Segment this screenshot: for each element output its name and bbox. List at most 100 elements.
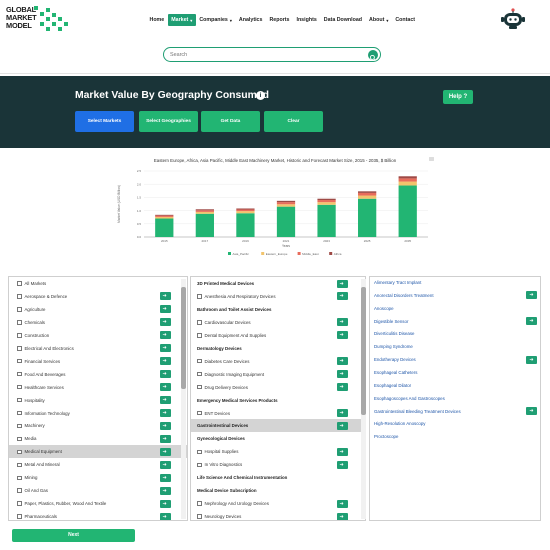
help-button[interactable]: Help ? [443,90,473,104]
search-input[interactable] [170,50,350,59]
checkbox[interactable] [17,488,22,493]
arrow-right-icon[interactable] [337,460,348,469]
checkbox[interactable] [197,358,202,364]
list-item[interactable]: Gastrointestinal Devices [191,419,365,433]
nav-item-analytics[interactable]: Analytics [235,14,266,26]
market-link[interactable]: Esophagoscopes And Gastroscopes [374,393,534,404]
checkbox[interactable] [197,294,202,299]
select-markets-button[interactable]: Select Markets [75,111,134,132]
market-link[interactable]: Gastrointestinal Bleeding Treatment Devi… [374,406,537,417]
market-link[interactable]: High-Resolution Anoscopy [374,418,534,429]
checkbox[interactable] [197,320,202,325]
nav-item-data-download[interactable]: Data Download [320,14,365,26]
list-item[interactable]: Medical Equipment [9,445,187,459]
list-item[interactable]: Emergency Medical Services Products [191,394,365,407]
list-item[interactable]: Hospitality [9,394,187,407]
checkbox[interactable] [17,333,22,338]
list-item[interactable]: Hospital Supplies [191,445,365,458]
list-item[interactable]: ENT Devices [191,407,365,420]
checkbox[interactable] [197,501,202,506]
checkbox[interactable] [17,371,22,377]
list-item[interactable]: Electrical And Electronics [9,342,187,355]
nav-item-market[interactable]: Market ▾ [167,14,196,26]
search-button[interactable] [368,49,378,61]
arrow-right-icon[interactable] [337,370,348,379]
checkbox[interactable] [17,501,22,506]
market-link[interactable]: Alimentary Tract Implant [374,277,534,288]
list-item[interactable]: Gynecological Devices [191,432,365,445]
arrow-right-icon[interactable] [160,344,171,353]
arrow-right-icon[interactable] [160,473,171,482]
market-link[interactable]: Anoscope [374,303,534,314]
scrollbar-thumb[interactable] [181,287,186,389]
nav-item-companies[interactable]: Companies ▾ [196,14,236,26]
list-item[interactable]: Diabetes Care Devices [191,355,365,368]
checkbox[interactable] [17,514,22,519]
arrow-right-icon[interactable] [337,279,348,288]
arrow-right-icon[interactable] [160,357,171,366]
checkbox[interactable] [197,449,202,455]
arrow-right-icon[interactable] [160,499,171,508]
arrow-right-icon[interactable] [337,499,348,508]
list-item[interactable]: 3D Printed Medical Devices [191,277,365,290]
arrow-right-icon[interactable] [337,383,348,392]
scrollbar-panel-2[interactable] [361,279,366,519]
checkbox[interactable] [17,346,22,351]
nav-item-about[interactable]: About ▾ [366,14,392,26]
list-item[interactable]: Life Science And Chemical Instrumentatio… [191,471,365,484]
list-item[interactable]: Diagnostic Imaging Equipment [191,368,365,381]
checkbox[interactable] [17,320,22,325]
list-item[interactable]: Aerospace & Defence [9,290,187,303]
get-data-button[interactable]: Get Data [201,111,260,132]
market-link[interactable]: Dumping Syndrome [374,341,534,352]
list-item[interactable]: Paper, Plastics, Rubber, Wood And Textil… [9,497,187,510]
list-item[interactable]: Machinery [9,419,187,432]
arrow-right-icon[interactable] [337,421,348,430]
market-link[interactable]: Esophageal Catheters [374,367,534,378]
checkbox[interactable] [17,423,22,429]
list-item[interactable]: Media [9,432,187,445]
market-link[interactable]: Proctoscope [374,431,534,442]
list-item[interactable]: Bathroom and Toilet Assist Devices [191,303,365,316]
arrow-right-icon[interactable] [160,409,171,417]
list-item[interactable]: Financial Services [9,355,187,368]
list-item[interactable]: Medical Device Subscription [191,484,365,497]
arrow-right-icon[interactable] [337,357,348,366]
checkbox[interactable] [17,436,22,442]
logo[interactable]: GLOBAL MARKET MODEL [6,6,70,34]
list-item[interactable]: Mining [9,471,187,484]
checkbox[interactable] [17,281,22,286]
checkbox[interactable] [17,475,22,480]
arrow-right-icon[interactable] [160,370,171,379]
list-item[interactable]: Healthcare Services [9,381,187,394]
list-item[interactable]: Cardiovascular Devices [191,316,365,329]
list-item[interactable]: Dermatology Devices [191,342,365,355]
arrow-right-icon[interactable] [337,447,348,456]
nav-item-contact[interactable]: Contact [392,14,419,26]
arrow-right-icon[interactable] [160,486,171,495]
arrow-right-icon[interactable] [337,331,348,340]
arrow-right-icon[interactable] [337,292,348,301]
checkbox[interactable] [17,358,22,364]
market-link[interactable]: Digestible Sensor ➜ [374,316,537,327]
arrow-right-icon[interactable] [337,512,348,520]
checkbox[interactable] [17,397,22,403]
arrow-right-icon[interactable] [337,409,348,417]
arrow-right-icon[interactable] [337,318,348,327]
nav-item-reports[interactable]: Reports [266,14,293,26]
arrow-right-icon[interactable] [160,512,171,520]
scrollbar-thumb[interactable] [361,287,366,415]
list-item[interactable]: Food And Beverages [9,368,187,381]
market-link[interactable]: Anorectal Disorders Treatment ➜ [374,290,537,301]
arrow-right-icon[interactable] [160,292,171,301]
arrow-right-icon[interactable] [160,318,171,327]
checkbox[interactable] [197,514,202,519]
list-item[interactable]: Dental Equipment And Supplies [191,329,365,342]
checkbox[interactable] [17,384,22,390]
checkbox[interactable] [17,410,22,416]
arrow-right-icon[interactable] [160,447,171,456]
market-link[interactable]: Endotherapy Devices ➜ [374,354,537,365]
checkbox[interactable] [197,384,202,390]
list-item[interactable]: Pharmaceuticals [9,510,187,520]
list-item[interactable]: Agriculture [9,303,187,316]
